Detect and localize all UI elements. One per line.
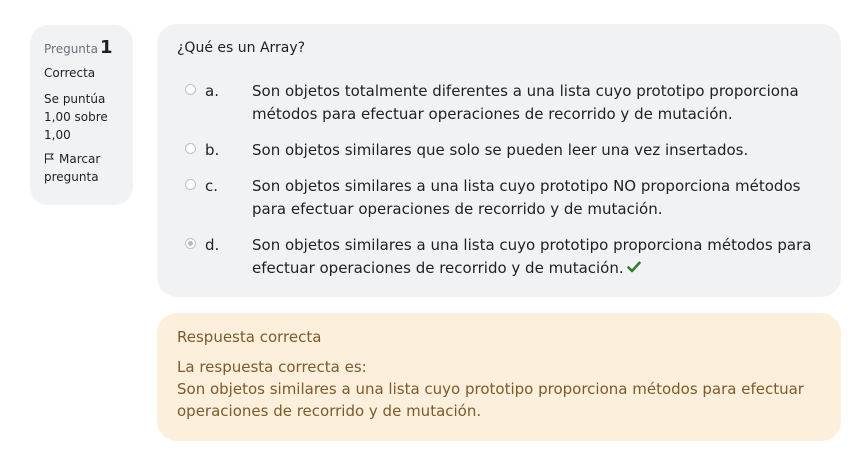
answer-option-a: a. Son objetos totalmente diferentes a u… (177, 80, 821, 126)
question-grade: Se puntúa 1,00 sobre 1,00 (44, 92, 108, 142)
feedback-panel: Respuesta correcta La respuesta correcta… (157, 313, 841, 441)
answer-text-b: Son objetos similares que solo se pueden… (252, 141, 749, 159)
answer-letter-a: a. (205, 82, 219, 100)
answer-option-b: b. Son objetos similares que solo se pue… (177, 139, 821, 162)
feedback-correct-answer: Son objetos similares a una lista cuyo p… (177, 380, 804, 420)
answer-text-a: Son objetos totalmente diferentes a una … (252, 82, 799, 123)
answer-radio-a[interactable] (185, 84, 196, 95)
check-icon (626, 261, 641, 273)
answer-radio-c[interactable] (185, 179, 196, 190)
answer-text-d: Son objetos similares a una lista cuyo p… (252, 236, 812, 277)
answer-option-d: d. Son objetos similares a una lista cuy… (177, 234, 821, 280)
answer-radio-d[interactable] (185, 238, 196, 249)
question-number: Pregunta 1 (44, 39, 133, 58)
answer-letter-d: d. (205, 236, 220, 254)
question-text: ¿Qué es un Array? (177, 40, 306, 56)
question-number-value: 1 (99, 37, 113, 58)
answer-text-d-wrapper: Son objetos similares a una lista cuyo p… (252, 234, 821, 280)
answer-option-c: c. Son objetos similares a una lista cuy… (177, 175, 821, 221)
answer-radio-b[interactable] (185, 143, 196, 154)
flag-question-link[interactable]: Marcar pregunta (44, 150, 133, 186)
feedback-title: Respuesta correcta (177, 328, 322, 346)
question-formulation: ¿Qué es un Array? a. Son objetos totalme… (157, 24, 841, 297)
question-label: Pregunta (44, 42, 98, 56)
feedback-intro: La respuesta correcta es: (177, 358, 367, 376)
question-state: Correcta (44, 66, 96, 80)
flag-icon (45, 153, 54, 164)
question-info-panel: Pregunta 1 Correcta Se puntúa 1,00 sobre… (30, 25, 133, 205)
answer-letter-b: b. (205, 141, 220, 159)
answer-letter-c: c. (205, 177, 219, 195)
answer-text-c: Son objetos similares a una lista cuyo p… (252, 177, 801, 218)
